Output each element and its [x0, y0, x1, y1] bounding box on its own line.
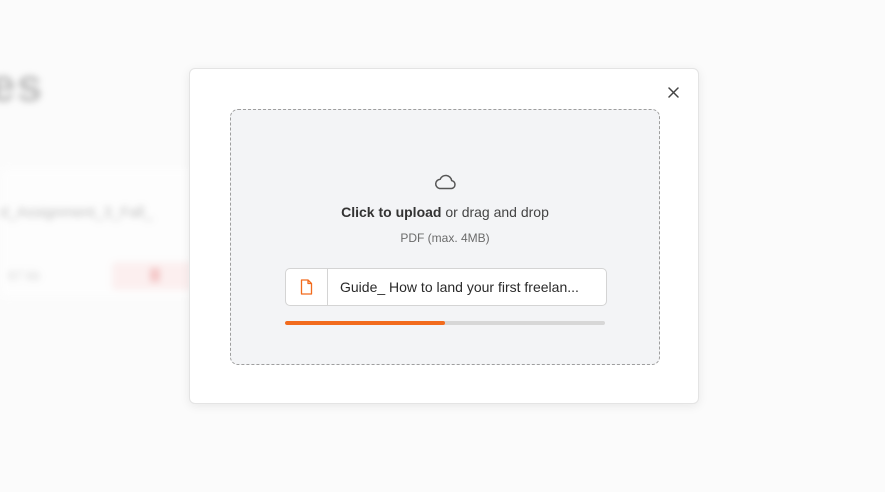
upload-dropzone[interactable]: Click to upload or drag and drop PDF (ma… — [230, 109, 660, 365]
upload-progress-fill — [285, 321, 445, 325]
file-icon-container — [286, 269, 328, 305]
close-button[interactable] — [664, 83, 682, 101]
file-icon — [300, 279, 313, 295]
file-card-name: d_Assignment_3_Fall_ — [0, 204, 153, 221]
drag-drop-text: or drag and drop — [441, 204, 549, 220]
click-to-upload-link[interactable]: Click to upload — [341, 204, 441, 220]
file-type-hint: PDF (max. 4MB) — [400, 231, 490, 245]
selected-file: Guide_ How to land your first freelan... — [285, 268, 607, 306]
close-icon — [667, 86, 679, 98]
cloud-icon — [435, 174, 456, 190]
file-name: Guide_ How to land your first freelan... — [340, 279, 579, 295]
upload-instructions: Click to upload or drag and drop — [231, 204, 659, 220]
file-card-size: 67 kb — [8, 268, 40, 283]
upload-modal: Click to upload or drag and drop PDF (ma… — [189, 68, 699, 404]
trash-icon — [150, 268, 160, 282]
upload-progress-bar — [285, 321, 605, 325]
page-title: es — [0, 59, 44, 111]
